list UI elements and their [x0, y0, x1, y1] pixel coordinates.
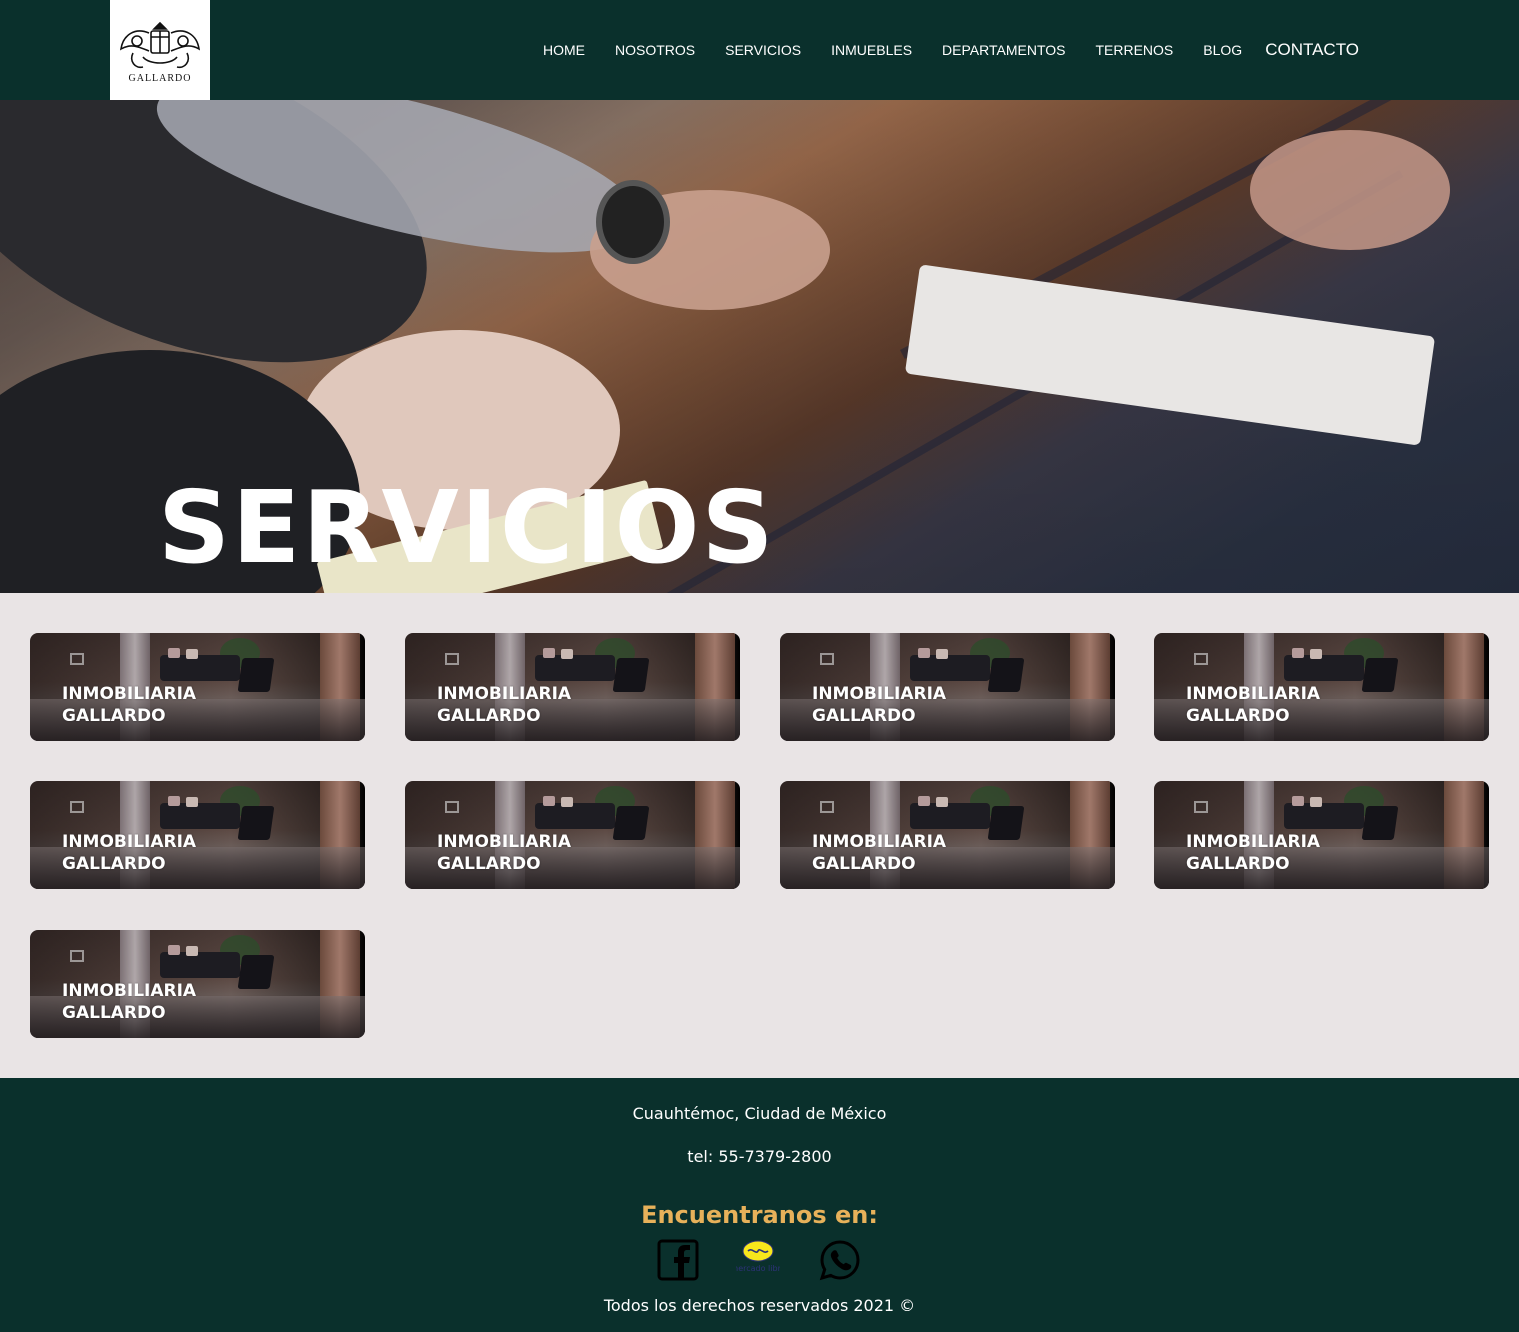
card-image-sofa — [910, 655, 990, 681]
card-image-pillow — [1292, 648, 1304, 658]
service-card[interactable]: INMOBILIARIA GALLARDO — [1154, 781, 1489, 889]
card-image-frame — [1194, 801, 1208, 813]
nav-nosotros[interactable]: NOSOTROS — [600, 42, 710, 58]
service-card[interactable]: INMOBILIARIA GALLARDO — [30, 781, 365, 889]
footer-find-us-heading: Encuentranos en: — [641, 1201, 878, 1229]
card-image-frame — [70, 950, 84, 962]
card-image-sofa — [160, 655, 240, 681]
service-card[interactable]: INMOBILIARIA GALLARDO — [405, 781, 740, 889]
nav-home[interactable]: HOME — [528, 42, 600, 58]
card-image-sofa — [160, 952, 240, 978]
card-title: INMOBILIARIA GALLARDO — [437, 684, 572, 726]
card-image-sofa — [1284, 803, 1364, 829]
service-card[interactable]: INMOBILIARIA GALLARDO — [30, 633, 365, 741]
card-image-frame — [820, 801, 834, 813]
service-card[interactable]: INMOBILIARIA GALLARDO — [780, 633, 1115, 741]
card-image-pillow — [186, 797, 198, 807]
card-image-pillow — [561, 797, 573, 807]
service-card[interactable]: INMOBILIARIA GALLARDO — [30, 930, 365, 1038]
card-title: INMOBILIARIA GALLARDO — [812, 684, 947, 726]
card-image-pillow — [936, 649, 948, 659]
hero-hand — [1250, 130, 1450, 250]
card-image-pillow — [561, 649, 573, 659]
card-image-pillow — [1310, 797, 1322, 807]
main-nav: HOME NOSOTROS SERVICIOS INMUEBLES DEPART… — [528, 0, 1374, 100]
card-image-sofa — [535, 803, 615, 829]
card-image-sofa — [1284, 655, 1364, 681]
card-image-pillow — [168, 945, 180, 955]
card-image-pillow — [1310, 649, 1322, 659]
card-title: INMOBILIARIA GALLARDO — [62, 684, 197, 726]
nav-terrenos[interactable]: TERRENOS — [1080, 42, 1188, 58]
card-title: INMOBILIARIA GALLARDO — [1186, 684, 1321, 726]
card-image-pillow — [543, 796, 555, 806]
card-image-pillow — [186, 649, 198, 659]
mercado-libre-text: mercado libre — [736, 1264, 780, 1273]
nav-blog[interactable]: BLOG — [1188, 42, 1257, 58]
mercado-libre-icon[interactable]: mercado libre — [736, 1238, 780, 1282]
card-image-pillow — [936, 797, 948, 807]
card-title: INMOBILIARIA GALLARDO — [62, 832, 197, 874]
card-image-sofa — [160, 803, 240, 829]
facebook-icon[interactable] — [656, 1238, 700, 1282]
crest-icon — [119, 21, 201, 68]
logo[interactable]: GALLARDO — [110, 0, 210, 100]
nav-departamentos[interactable]: DEPARTAMENTOS — [927, 42, 1080, 58]
logo-text: GALLARDO — [128, 72, 192, 84]
nav-contacto[interactable]: CONTACTO — [1257, 40, 1374, 60]
card-title: INMOBILIARIA GALLARDO — [62, 981, 197, 1023]
card-title: INMOBILIARIA GALLARDO — [437, 832, 572, 874]
site-header: GALLARDO HOME NOSOTROS SERVICIOS INMUEBL… — [0, 0, 1519, 100]
card-image-frame — [445, 653, 459, 665]
footer-copyright: Todos los derechos reservados 2021 © — [603, 1296, 916, 1315]
hero-watch — [596, 180, 670, 264]
card-image-pillow — [186, 946, 198, 956]
footer-address: Cuauhtémoc, Ciudad de México — [632, 1104, 887, 1123]
social-links: mercado libre — [656, 1238, 866, 1284]
site-footer: Cuauhtémoc, Ciudad de México tel: 55-737… — [0, 1078, 1519, 1332]
card-image-pillow — [543, 648, 555, 658]
card-image-pillow — [918, 796, 930, 806]
service-card[interactable]: INMOBILIARIA GALLARDO — [780, 781, 1115, 889]
card-image-frame — [70, 801, 84, 813]
card-image-pillow — [1292, 796, 1304, 806]
card-image-frame — [445, 801, 459, 813]
service-card[interactable]: INMOBILIARIA GALLARDO — [405, 633, 740, 741]
nav-servicios[interactable]: SERVICIOS — [710, 42, 816, 58]
card-image-frame — [70, 653, 84, 665]
card-image-sofa — [535, 655, 615, 681]
whatsapp-icon[interactable] — [818, 1238, 862, 1282]
card-image-sofa — [910, 803, 990, 829]
service-card[interactable]: INMOBILIARIA GALLARDO — [1154, 633, 1489, 741]
hero-banner: SERVICIOS — [0, 100, 1519, 593]
card-image-frame — [1194, 653, 1208, 665]
card-image-pillow — [168, 796, 180, 806]
footer-phone[interactable]: tel: 55-7379-2800 — [0, 1147, 1519, 1166]
card-image-pillow — [168, 648, 180, 658]
card-title: INMOBILIARIA GALLARDO — [1186, 832, 1321, 874]
card-title: INMOBILIARIA GALLARDO — [812, 832, 947, 874]
hero-title: SERVICIOS — [158, 469, 776, 586]
card-image-pillow — [918, 648, 930, 658]
card-image-frame — [820, 653, 834, 665]
nav-inmuebles[interactable]: INMUEBLES — [816, 42, 927, 58]
